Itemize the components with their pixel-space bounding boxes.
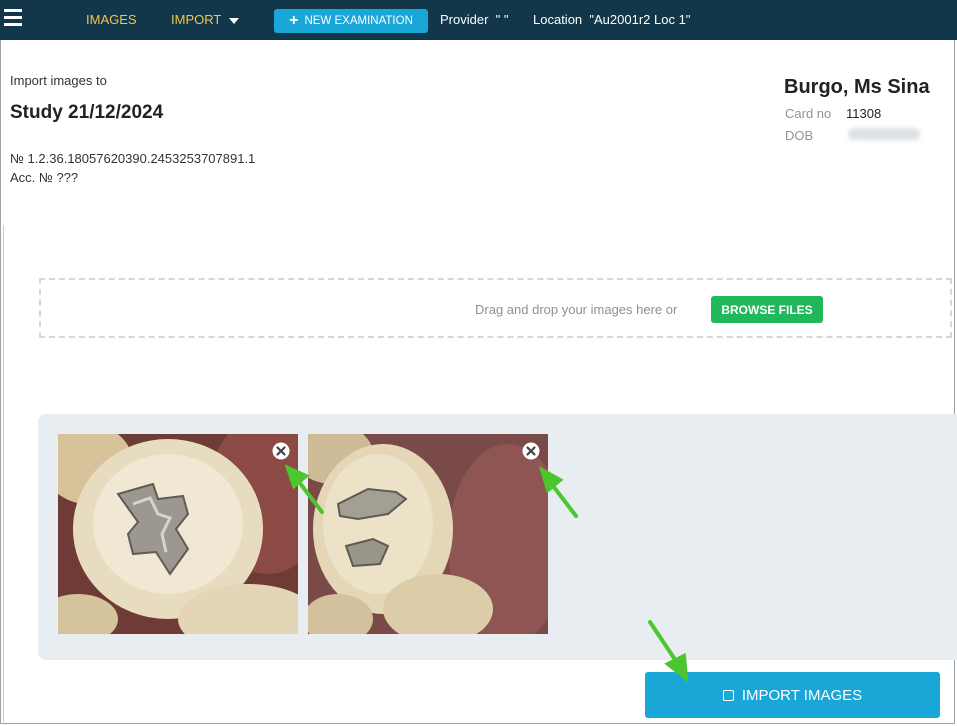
import-icon [722, 689, 734, 701]
dob-value-redacted [848, 128, 920, 140]
provider-value: " " [495, 12, 509, 27]
provider-label: Provider [440, 12, 489, 27]
study-uid: № 1.2.36.18057620390.2453253707891.1 [10, 151, 256, 166]
location-value: "Au2001r2 Loc 1" [589, 12, 691, 27]
new-examination-button[interactable]: + NEW EXAMINATION [274, 9, 428, 33]
plus-icon: + [289, 12, 299, 29]
dental-photo-1 [58, 434, 298, 634]
dob-label: DOB [785, 128, 814, 143]
top-navigation-bar: IMAGES IMPORT + NEW EXAMINATION Provider … [0, 0, 957, 40]
import-to-label: Import images to [10, 73, 107, 88]
provider-info: Provider " " [440, 12, 509, 27]
location-label: Location [533, 12, 583, 27]
new-examination-label: NEW EXAMINATION [304, 15, 413, 27]
file-dropzone[interactable]: Drag and drop your images here or BROWSE… [39, 278, 952, 338]
close-circle-icon[interactable] [272, 442, 290, 460]
card-no-label: Card no [785, 106, 832, 121]
image-thumbnail[interactable] [308, 434, 548, 634]
card-no-value: 11308 [846, 106, 882, 121]
accession-number: Acc. № ??? [10, 170, 79, 185]
dropzone-hint: Drag and drop your images here or [475, 302, 678, 317]
import-images-label: IMPORT IMAGES [741, 686, 863, 704]
patient-name: Burgo, Ms Sina [784, 76, 930, 98]
nav-import-menu[interactable]: IMPORT [171, 12, 240, 27]
close-circle-icon[interactable] [522, 442, 540, 460]
browse-files-button[interactable]: BROWSE FILES [711, 296, 823, 323]
chevron-down-icon [229, 17, 240, 24]
image-thumbnail[interactable] [58, 434, 298, 634]
nav-import-label: IMPORT [171, 12, 222, 27]
dental-photo-2 [308, 434, 548, 634]
study-title: Study 21/12/2024 [10, 102, 164, 123]
location-info: Location "Au2001r2 Loc 1" [533, 12, 690, 27]
hamburger-menu-icon[interactable] [4, 9, 22, 29]
import-images-button[interactable]: IMPORT IMAGES [645, 672, 940, 718]
nav-images[interactable]: IMAGES [86, 12, 137, 27]
image-gallery [38, 414, 957, 660]
divider [3, 225, 4, 725]
